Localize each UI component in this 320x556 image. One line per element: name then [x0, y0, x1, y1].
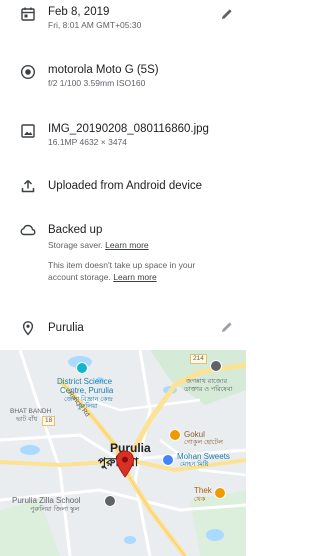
- file-specs-text: 16.1MP 4632 × 3474: [48, 137, 128, 147]
- file-row: IMG_20190208_080116860.jpg 16.1MP 4632 ×…: [0, 114, 246, 154]
- thek-poi[interactable]: [214, 487, 226, 499]
- zilla-school-poi[interactable]: [104, 495, 116, 507]
- backup-note-line1: This item doesn't take up space in your: [48, 260, 196, 270]
- location-map[interactable]: 214 18 District Science Centre, Purulia …: [0, 350, 246, 556]
- thek-label-bn: থেক: [194, 496, 206, 503]
- location-name: Purulia: [48, 322, 84, 334]
- upload-text: Uploaded from Android device: [48, 180, 203, 192]
- upload-row: Uploaded from Android device: [0, 172, 246, 202]
- road-18-label: 18: [42, 416, 56, 426]
- top-right-poi[interactable]: [210, 360, 222, 372]
- location-row: Purulia: [0, 314, 246, 342]
- location-pin-icon: [20, 320, 36, 336]
- top-right-label-1: জগন্নাথ রাজ্যের: [186, 378, 228, 385]
- date-detail-text: Fri, 8:01 AM GMT+05:30: [48, 20, 142, 30]
- backup-row: Backed up Storage saver. Learn more This…: [0, 216, 246, 296]
- backup-subtitle: Storage saver. Learn more: [48, 239, 236, 251]
- map-pin-icon: [116, 450, 134, 478]
- thek-label: Thek: [194, 486, 212, 495]
- camera-model-text: motorola Moto G (5S): [48, 64, 159, 76]
- camera-specs-text: f/2 1/100 3.59mm ISO160: [48, 78, 146, 88]
- zilla-school-label-bn: পুরুলিয়া জিলা স্কুল: [30, 506, 80, 513]
- pencil-edit-icon[interactable]: [220, 7, 234, 21]
- zilla-school-label: Purulia Zilla School: [12, 496, 81, 505]
- cloud-icon: [20, 222, 36, 238]
- date-text: Feb 8, 2019: [48, 6, 110, 18]
- mohan-sweets-label: Mohan Sweets: [177, 452, 230, 461]
- top-right-label-2: ডাক্তার ও পরিষেবা: [184, 386, 233, 393]
- gokul-label-bn: গোকুল হোটেল: [184, 439, 223, 446]
- location-edit-icon[interactable]: [220, 320, 234, 334]
- mohan-sweets-poi[interactable]: [162, 454, 174, 466]
- gokul-poi[interactable]: [169, 429, 181, 441]
- bhat-bandh-label-bn: ভাট বাঁধ: [16, 416, 38, 423]
- camera-row: motorola Moto G (5S) f/2 1/100 3.59mm IS…: [0, 54, 246, 94]
- backup-note-text: account storage.: [48, 272, 114, 282]
- district-science-label-1: District Science: [57, 377, 113, 386]
- learn-more-link-2[interactable]: Learn more: [113, 272, 156, 282]
- backup-subtitle-text: Storage saver.: [48, 240, 106, 250]
- image-file-icon: [20, 123, 36, 139]
- bhat-bandh-label: BHAT BANDH: [10, 408, 52, 415]
- file-name-text: IMG_20190208_080116860.jpg: [48, 123, 209, 135]
- camera-aperture-icon: [20, 64, 36, 80]
- mohan-sweets-label-bn: মোহন মিষ্টি: [180, 461, 209, 468]
- road-214-label: 214: [190, 354, 207, 364]
- upload-icon: [20, 178, 36, 194]
- date-row: Feb 8, 2019 Fri, 8:01 AM GMT+05:30: [0, 0, 246, 40]
- backup-title: Backed up: [48, 224, 103, 236]
- calendar-icon: [20, 6, 36, 22]
- gokul-label: Gokul: [184, 430, 205, 439]
- learn-more-link[interactable]: Learn more: [105, 240, 148, 250]
- district-science-poi[interactable]: [76, 362, 88, 374]
- backup-note-line2: account storage. Learn more: [48, 271, 236, 283]
